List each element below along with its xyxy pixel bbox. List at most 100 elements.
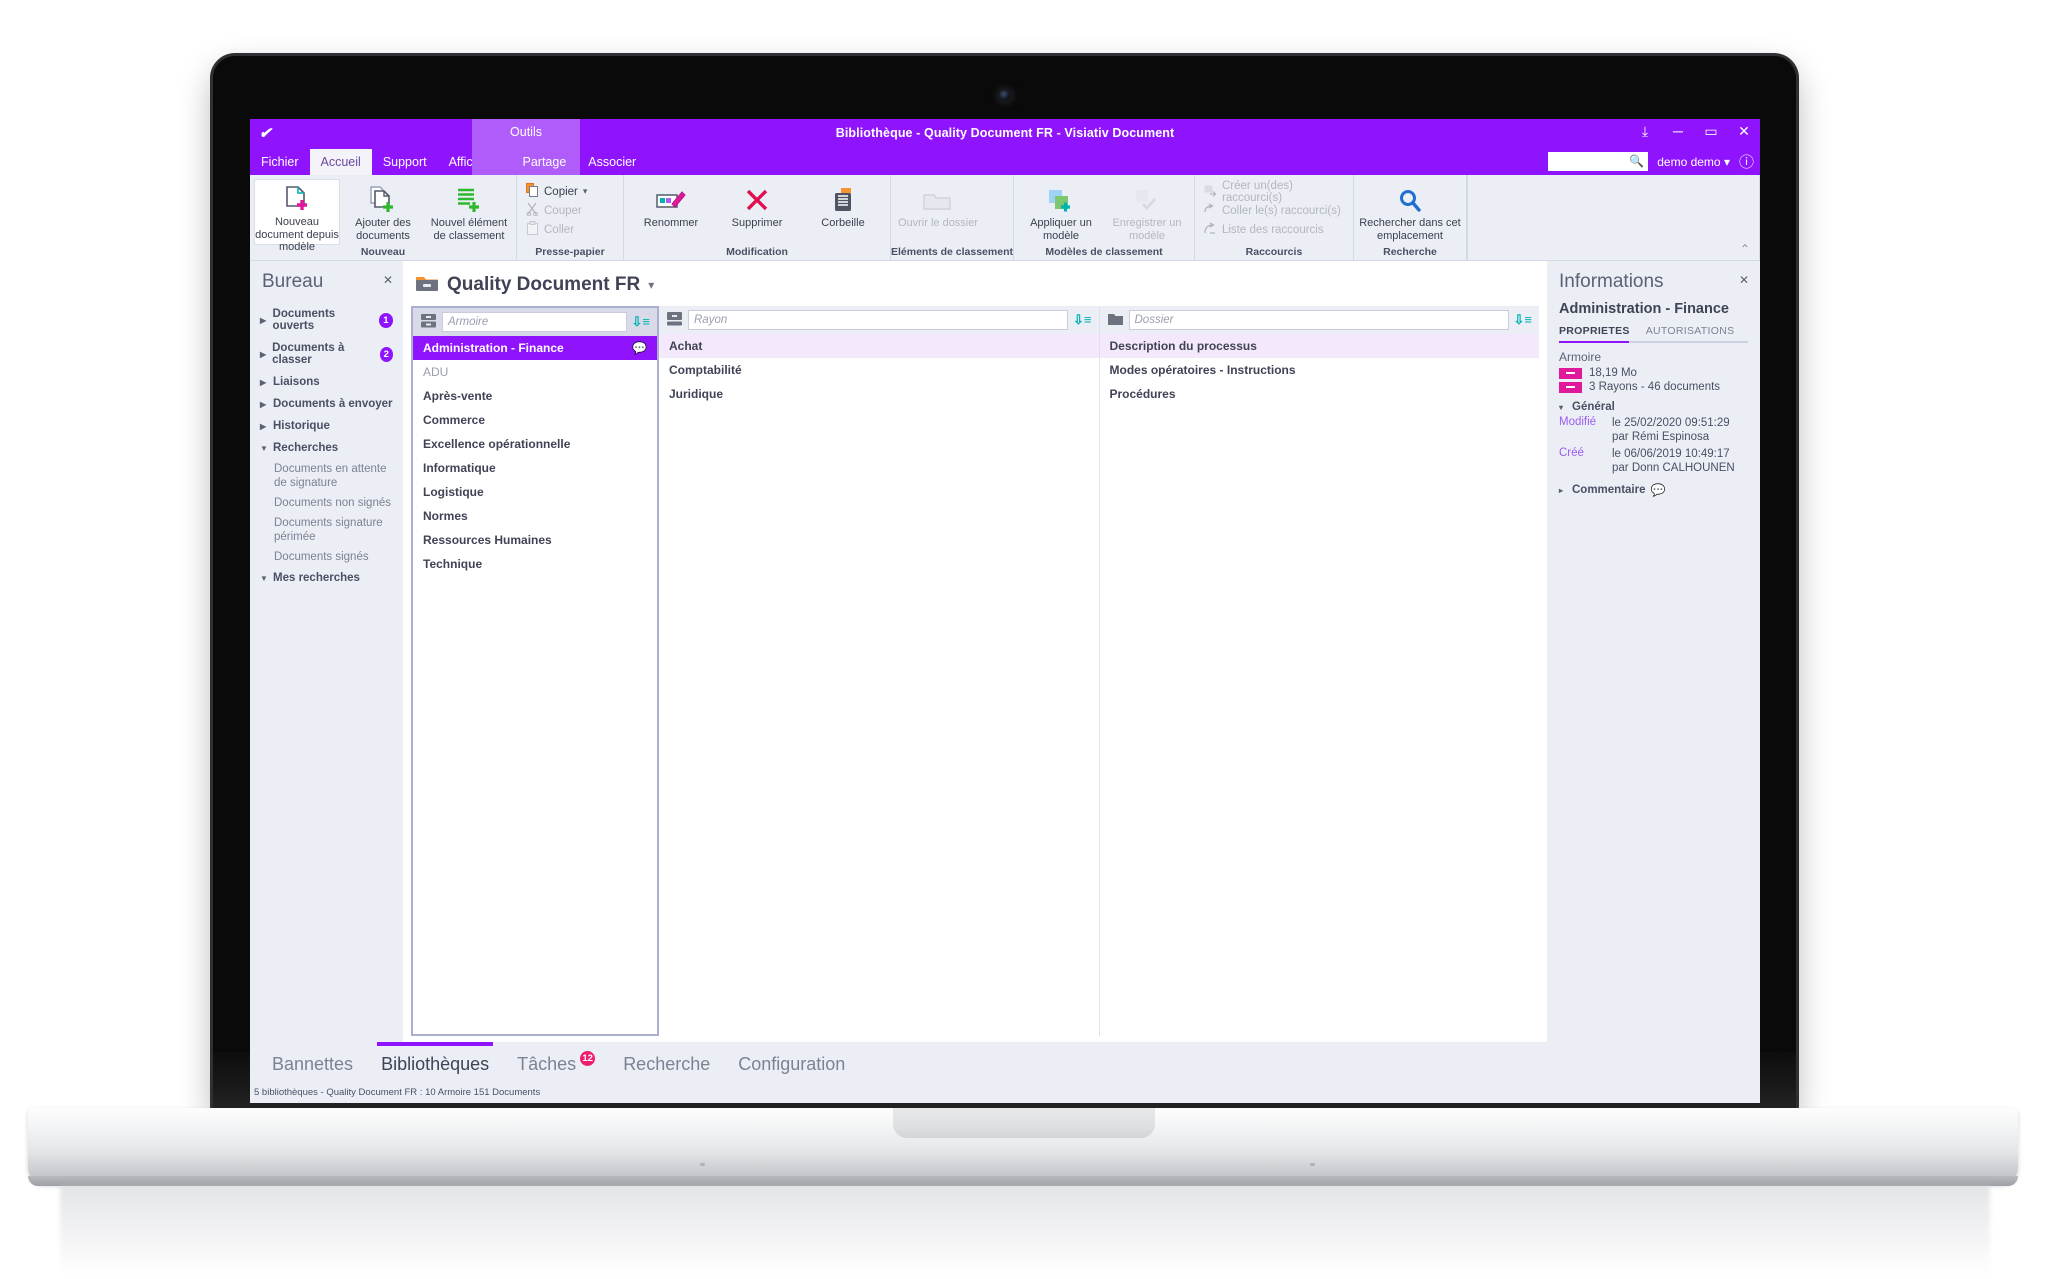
ribbon-group-presse-papier: Copier ▾ Couper Coller Presse-papier	[517, 175, 624, 260]
list-item[interactable]: Informatique	[413, 456, 657, 480]
ribbon-tab-partage[interactable]: Partage	[512, 149, 578, 175]
stat-contents: 3 Rayons - 46 documents	[1559, 381, 1748, 393]
list-item[interactable]: Modes opératoires - Instructions	[1100, 358, 1540, 382]
ribbon-tab-associer[interactable]: Associer	[577, 149, 647, 175]
dossier-list[interactable]: Description du processus Modes opératoir…	[1099, 334, 1540, 1036]
tab-taches[interactable]: Tâches 12	[503, 1042, 609, 1086]
list-item-label: Modes opératoires - Instructions	[1109, 363, 1296, 377]
help-icon[interactable]: ⓘ	[1739, 151, 1754, 172]
armoire-list[interactable]: Administration - Finance 💬 ADU Après-ven…	[413, 336, 657, 1034]
global-search-input[interactable]: 🔍	[1548, 152, 1649, 171]
tab-label: Bannettes	[272, 1053, 354, 1074]
cut-label: Couper	[544, 204, 582, 217]
list-item[interactable]: Administration - Finance 💬	[413, 336, 657, 360]
chevron-down-icon[interactable]: ▾	[648, 278, 654, 292]
sidebar-item-label: Mes recherches	[273, 572, 360, 584]
close-icon[interactable]: ✕	[383, 273, 393, 287]
delete-button[interactable]: Supprimer	[714, 179, 800, 230]
sidebar-item-documents-non-signes[interactable]: Documents non signés	[250, 493, 403, 513]
list-item[interactable]: ADU	[413, 360, 657, 384]
trash-button[interactable]: Corbeille	[800, 179, 886, 230]
sidebar-item-historique[interactable]: ▶ Historique	[250, 415, 403, 437]
base-dot-left	[700, 1163, 705, 1166]
property-modified: Modifié le 25/02/2020 09:51:29 par Rémi …	[1559, 416, 1748, 444]
copy-button[interactable]: Copier ▾	[521, 182, 619, 201]
sidebar-item-documents-ouverts[interactable]: ▶ Documents ouverts 1	[250, 303, 403, 337]
general-section-label: Général	[1572, 401, 1615, 413]
list-item[interactable]: Après-vente	[413, 384, 657, 408]
sidebar-item-recherches[interactable]: ▼ Recherches	[250, 437, 403, 459]
sidebar-item-documents-a-envoyer[interactable]: ▶ Documents à envoyer	[250, 393, 403, 415]
close-icon[interactable]: ✕	[1736, 123, 1752, 139]
general-section-header[interactable]: ▾ Général	[1559, 401, 1748, 413]
property-created: Créé le 06/06/2019 10:49:17 par Donn CAL…	[1559, 447, 1748, 475]
rename-button[interactable]: Renommer	[628, 179, 714, 230]
rayon-list[interactable]: Achat Comptabilité Juridique	[659, 334, 1099, 1036]
chevron-up-icon[interactable]: ⌃	[1740, 242, 1750, 256]
minimize-icon[interactable]: ─	[1670, 123, 1686, 139]
sort-descending-icon[interactable]: ⇩≡	[1073, 312, 1091, 328]
sidebar-item-documents-a-classer[interactable]: ▶ Documents à classer 2	[250, 337, 403, 371]
copy-label: Copier	[544, 185, 578, 198]
informations-subject: Administration - Finance	[1559, 301, 1729, 317]
list-item[interactable]: Excellence opérationnelle	[413, 432, 657, 456]
tab-recherche[interactable]: Recherche	[609, 1042, 724, 1086]
tab-autorisations[interactable]: AUTORISATIONS	[1646, 325, 1735, 337]
sidebar-item-mes-recherches[interactable]: ▼ Mes recherches	[250, 567, 403, 589]
close-icon[interactable]: ✕	[1739, 273, 1749, 287]
paste-icon	[526, 221, 539, 238]
list-item[interactable]: Comptabilité	[659, 358, 1099, 382]
chevron-down-icon[interactable]: ▾	[583, 186, 588, 197]
list-item[interactable]: Normes	[413, 504, 657, 528]
sidebar-item-documents-signes[interactable]: Documents signés	[250, 547, 403, 567]
maximize-icon[interactable]: ▭	[1703, 123, 1719, 139]
sidebar-item-documents-en-attente-de-signature[interactable]: Documents en attente de signature	[250, 459, 403, 493]
list-item[interactable]: Technique	[413, 552, 657, 576]
list-item-label: Comptabilité	[669, 363, 742, 377]
add-documents-button[interactable]: Ajouter des documents	[340, 179, 426, 242]
ribbon-tab-accueil[interactable]: Accueil	[309, 149, 372, 175]
ribbon-tab-support[interactable]: Support	[372, 149, 438, 175]
tab-configuration[interactable]: Configuration	[724, 1042, 859, 1086]
comment-section-header[interactable]: ▸ Commentaire 💬	[1559, 483, 1748, 497]
armoire-filter-input[interactable]: Armoire	[442, 312, 627, 332]
new-filing-element-icon	[456, 184, 482, 214]
chevron-down-icon: ▼	[260, 573, 268, 583]
rayon-filter-input[interactable]: Rayon	[688, 310, 1069, 330]
ribbon-tab-fichier[interactable]: Fichier	[250, 149, 310, 175]
ribbon-group-raccourcis: Créer un(des) raccourci(s) Coller le(s) …	[1195, 175, 1354, 260]
list-item[interactable]: Description du processus	[1099, 334, 1539, 358]
property-key: Créé	[1559, 447, 1584, 459]
folder-icon	[1107, 311, 1124, 330]
new-filing-element-button[interactable]: Nouvel élément de classement	[426, 179, 512, 242]
comment-icon[interactable]: 💬	[1651, 483, 1666, 497]
list-item[interactable]: Achat	[659, 334, 1099, 358]
user-menu[interactable]: demo demo ▾	[1657, 155, 1730, 169]
chevron-right-icon: ▶	[260, 421, 267, 431]
search-location-icon	[1397, 184, 1423, 214]
open-folder-button: Ouvrir le dossier	[895, 179, 981, 230]
tab-bannettes[interactable]: Bannettes	[258, 1042, 367, 1086]
sidebar-item-label: Historique	[273, 420, 330, 432]
list-item[interactable]: Procédures	[1100, 382, 1540, 406]
restore-down-icon[interactable]: ⤓	[1637, 123, 1653, 139]
list-item[interactable]: Commerce	[413, 408, 657, 432]
tab-bibliotheques[interactable]: Bibliothèques	[367, 1042, 503, 1086]
list-item[interactable]: Logistique	[413, 480, 657, 504]
search-in-location-button[interactable]: Rechercher dans cet emplacement	[1358, 179, 1462, 242]
list-item-label: Après-vente	[423, 389, 493, 403]
sidebar-item-liaisons[interactable]: ▶ Liaisons	[250, 371, 403, 393]
dossier-filter-bar: Dossier ⇩≡	[1099, 306, 1539, 334]
sort-descending-icon[interactable]: ⇩≡	[632, 314, 650, 330]
apply-template-button[interactable]: Appliquer un modèle	[1018, 179, 1104, 242]
sidebar-item-documents-signature-perimee[interactable]: Documents signature périmée	[250, 513, 403, 547]
sort-descending-icon[interactable]: ⇩≡	[1514, 312, 1532, 328]
dossier-filter-input[interactable]: Dossier	[1128, 310, 1509, 330]
comment-icon[interactable]: 💬	[632, 341, 647, 355]
tab-proprietes[interactable]: PROPRIETES	[1559, 325, 1630, 337]
list-item[interactable]: Juridique	[659, 382, 1099, 406]
list-item[interactable]: Ressources Humaines	[413, 528, 657, 552]
new-document-from-template-button[interactable]: Nouveau document depuis modèle	[254, 179, 340, 253]
stat-contents-value: 3 Rayons - 46 documents	[1589, 381, 1721, 393]
cut-icon	[526, 202, 539, 219]
